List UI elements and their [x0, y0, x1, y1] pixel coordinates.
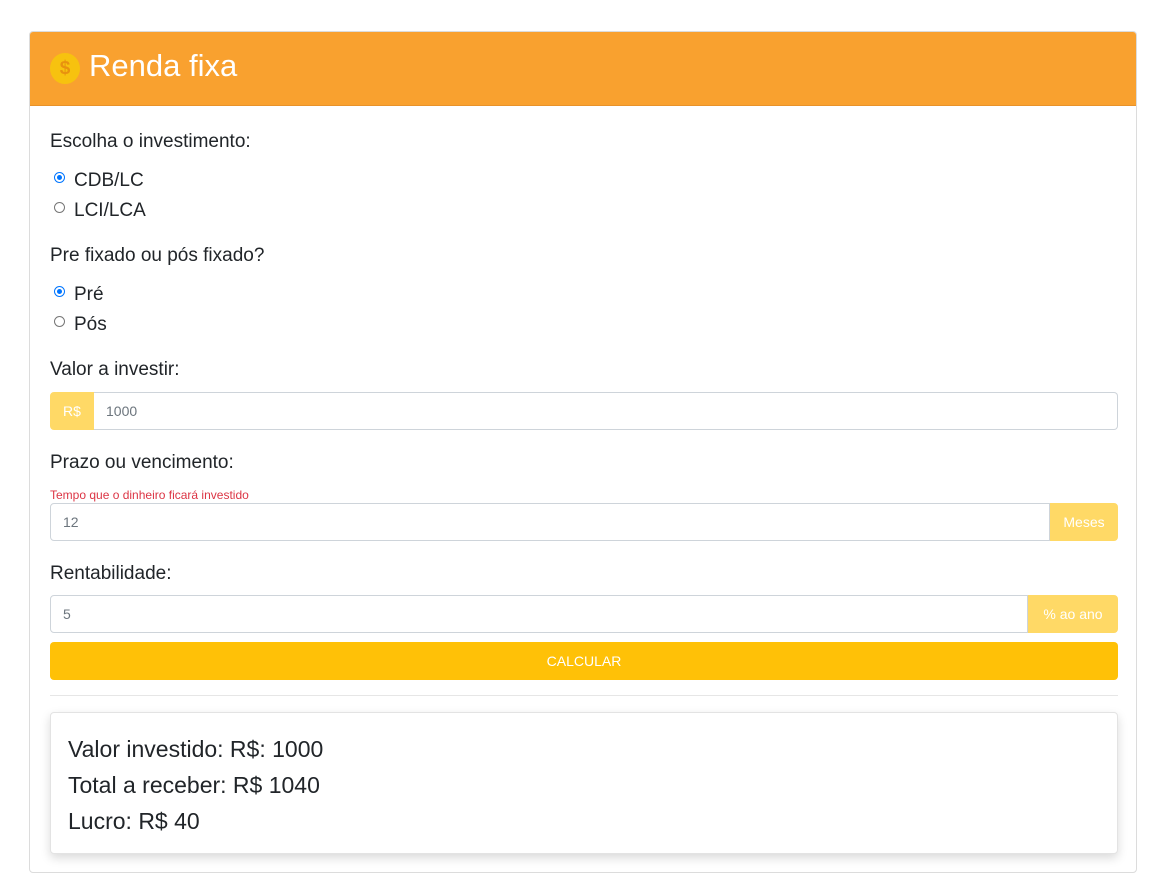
term-suffix: Meses [1050, 503, 1118, 541]
radio-label: CDB/LC [74, 170, 144, 191]
radio-label: Pré [74, 284, 104, 305]
results-panel: Valor investido: R$: 1000 Total a recebe… [50, 712, 1118, 854]
radio-lci-lca[interactable]: LCI/LCA [54, 198, 146, 224]
divider [50, 695, 1118, 696]
radio-button-checked[interactable] [54, 171, 65, 183]
yield-input[interactable]: 5 [50, 595, 1028, 633]
amount-label: Valor a investir: [50, 359, 180, 380]
radio-pos[interactable]: Pós [54, 312, 107, 338]
radio-pre[interactable]: Pré [54, 282, 104, 308]
radio-button[interactable] [54, 201, 65, 213]
total-value: Total a receber: R$ 1040 [68, 772, 320, 798]
yield-suffix: % ao ano [1028, 595, 1118, 633]
term-hint: Tempo que o dinheiro ficará investido [50, 488, 249, 502]
rate-type-label: Pre fixado ou pós fixado? [50, 245, 265, 266]
profit-value: Lucro: R$ 40 [68, 808, 200, 834]
page-title: Renda fixa [89, 48, 238, 83]
amount-input[interactable]: 1000 [94, 392, 1118, 430]
radio-cdb-lc[interactable]: CDB/LC [54, 168, 144, 194]
term-label: Prazo ou vencimento: [50, 452, 234, 473]
radio-label: LCI/LCA [74, 200, 146, 221]
amount-input-group: R$ 1000 [50, 392, 1118, 430]
yield-input-group: 5 % ao ano [50, 595, 1118, 633]
renda-fixa-card: $ Renda fixa Escolha o investimento: CDB… [29, 31, 1137, 873]
dollar-coin-icon: $ [50, 53, 80, 84]
invested-value: Valor investido: R$: 1000 [68, 736, 324, 762]
radio-button-checked[interactable] [54, 285, 65, 297]
calculate-button[interactable]: CALCULAR [50, 642, 1118, 680]
radio-label: Pós [74, 314, 107, 335]
term-input[interactable]: 12 [50, 503, 1050, 541]
term-input-group: 12 Meses [50, 503, 1118, 541]
investment-label: Escolha o investimento: [50, 131, 251, 152]
yield-label: Rentabilidade: [50, 563, 172, 584]
radio-button[interactable] [54, 315, 65, 327]
currency-prefix: R$ [50, 392, 94, 430]
card-header: $ Renda fixa [30, 32, 1136, 106]
